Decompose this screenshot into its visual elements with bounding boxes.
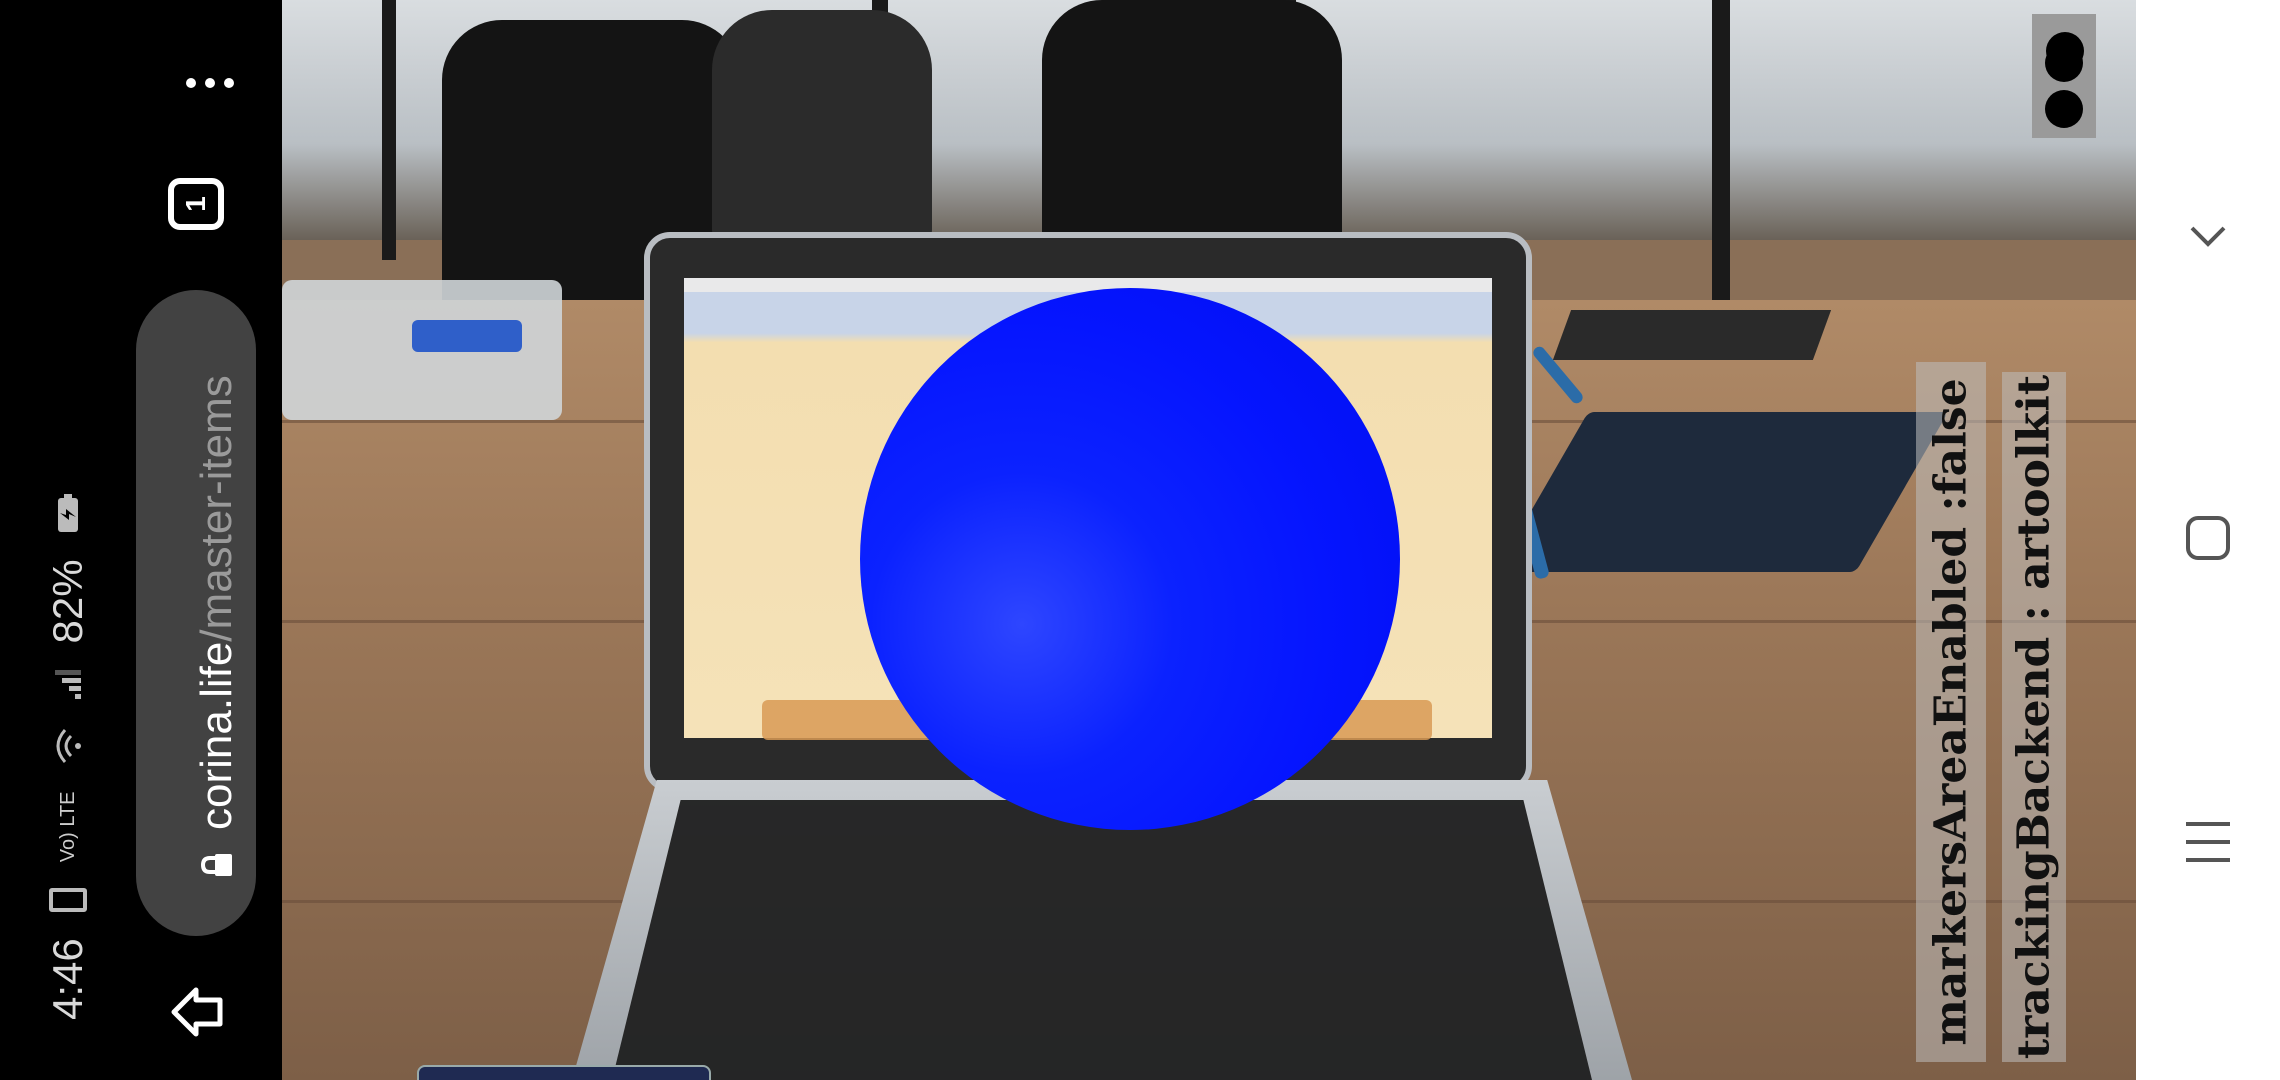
tracking-backend-panel: trackingBackend : artoolkit [2002, 372, 2066, 1062]
wifi-icon [56, 729, 81, 764]
lock-icon [200, 854, 232, 876]
status-time: 4:46 [44, 938, 91, 1020]
signal-icon [55, 670, 81, 700]
ar-sphere [860, 288, 1400, 830]
bottom-handle[interactable] [417, 1065, 711, 1080]
status-bar: 4:46 Vo) LTE 82% [0, 0, 91, 1080]
battery-charging-icon [58, 494, 78, 533]
recents-menu-icon[interactable] [2184, 818, 2232, 866]
volte-icon: Vo) LTE [57, 791, 79, 863]
markers-area-panel: markersAreaEnabled :false [1916, 362, 1986, 1062]
more-options-icon[interactable] [176, 66, 244, 100]
tabs-button[interactable]: 1 [168, 178, 224, 230]
phone-icon [49, 888, 87, 913]
system-nav-bar [2136, 0, 2280, 1080]
ar-camera-view[interactable]: markersAreaEnabled :false trackingBacken… [282, 0, 2136, 1080]
battery-percent: 82% [44, 559, 91, 644]
markers-area-label: markersAreaEnabled :false [1925, 378, 1977, 1046]
browser-toolbar: 1 corina.life/master-items [88, 0, 282, 1080]
tracking-backend-label: trackingBackend : artoolkit [2008, 374, 2060, 1060]
tab-count: 1 [179, 196, 211, 212]
stats-widget[interactable] [2032, 14, 2096, 138]
home-square-icon[interactable] [2184, 514, 2232, 562]
url-path: /master-items [192, 375, 241, 642]
collapse-chevron-icon[interactable] [2184, 212, 2232, 260]
url-bar[interactable]: corina.life/master-items [136, 290, 256, 936]
back-icon[interactable] [168, 982, 228, 1042]
url-domain: corina.life [192, 641, 241, 830]
